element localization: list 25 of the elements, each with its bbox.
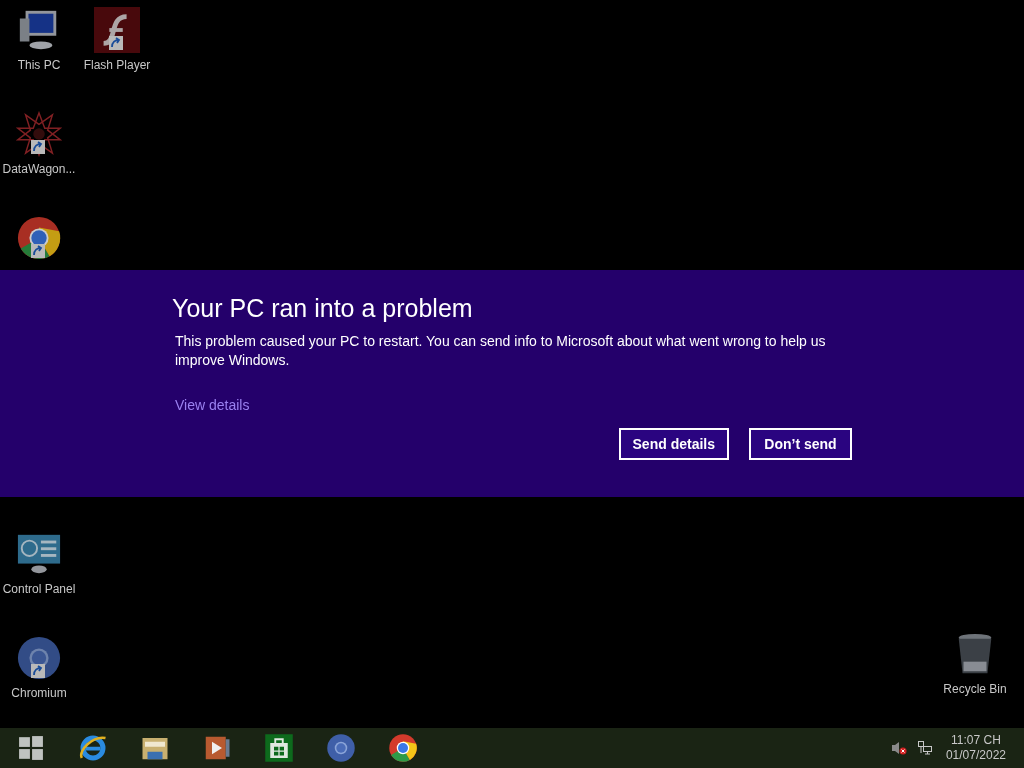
star-pattern-icon [16, 111, 62, 157]
clock[interactable]: 11:07 CH 01/07/2022 [945, 733, 1006, 763]
desktop-icon-label[interactable]: Chromium [11, 686, 67, 700]
desktop-icon-label[interactable]: Flash Player [83, 58, 151, 72]
desktop-icon-label[interactable]: This PC [17, 58, 61, 72]
view-details-link[interactable]: View details [175, 395, 250, 416]
desktop-icon-label[interactable]: Control Panel [2, 582, 76, 596]
desktop-icon-label[interactable]: Recycle Bin [943, 682, 1007, 696]
error-title: Your PC ran into a problem [172, 293, 474, 324]
chrome-logo-icon [388, 733, 418, 763]
shopping-bag-icon [264, 733, 294, 763]
chromium-logo-icon [326, 733, 356, 763]
clock-date: 01/07/2022 [945, 748, 1006, 763]
network-icon [916, 740, 933, 756]
browser-e-icon [78, 733, 108, 763]
clock-time: 11:07 CH [951, 733, 1001, 748]
desktop-icon-label[interactable]: DataWagon... [2, 162, 76, 176]
tray-button[interactable] [915, 739, 934, 757]
dialog-button[interactable]: Don’t send [749, 428, 852, 460]
dialog-button[interactable]: Send details [618, 428, 729, 460]
flash-logo-icon [94, 7, 140, 53]
windows-logo-icon [18, 735, 44, 761]
error-message: This problem caused your PC to restart. You can send info to Microsoft about what went wrong to help us improve Windows. [175, 332, 827, 370]
tray-button[interactable] [889, 739, 908, 757]
speaker-muted-icon [890, 740, 907, 756]
